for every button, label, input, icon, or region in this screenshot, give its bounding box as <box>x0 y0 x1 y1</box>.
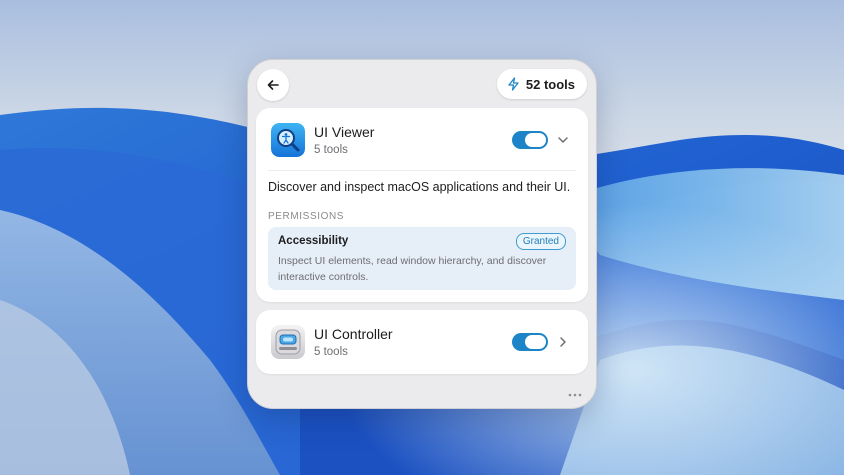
permission-name: Accessibility <box>278 235 349 247</box>
permission-item-accessibility: Accessibility Granted Inspect UI element… <box>268 227 576 290</box>
extensions-panel: 52 tools UI Viewer 5 tools Discover and … <box>247 59 597 409</box>
back-arrow-icon <box>267 80 279 90</box>
extension-description: Discover and inspect macOS applications … <box>268 180 571 194</box>
chevron-right-icon[interactable] <box>556 335 570 349</box>
divider <box>268 170 576 171</box>
toggle-knob <box>525 335 546 349</box>
ui-controller-app-icon <box>271 325 305 359</box>
extension-tool-count: 5 tools <box>314 144 348 156</box>
permissions-heading: PERMISSIONS <box>268 211 345 222</box>
permission-status-badge: Granted <box>515 233 566 250</box>
extension-card-ui-viewer: UI Viewer 5 tools Discover and inspect m… <box>256 108 588 302</box>
chevron-down-icon[interactable] <box>556 133 570 147</box>
enable-toggle-ui-controller[interactable] <box>512 333 548 351</box>
tools-count-chip[interactable]: 52 tools <box>496 69 587 99</box>
permission-description: Inspect UI elements, read window hierarc… <box>278 255 547 283</box>
ui-viewer-app-icon <box>271 123 305 157</box>
extension-name: UI Controller <box>314 326 393 342</box>
extension-name: UI Viewer <box>314 124 375 140</box>
toggle-knob <box>525 133 546 147</box>
more-dots-icon[interactable] <box>568 393 582 397</box>
back-button[interactable] <box>257 69 289 101</box>
enable-toggle-ui-viewer[interactable] <box>512 131 548 149</box>
bolt-icon <box>508 77 519 91</box>
extension-card-ui-controller: UI Controller 5 tools <box>256 310 588 374</box>
tools-count-label: 52 tools <box>525 76 575 92</box>
extension-tool-count: 5 tools <box>314 346 348 358</box>
